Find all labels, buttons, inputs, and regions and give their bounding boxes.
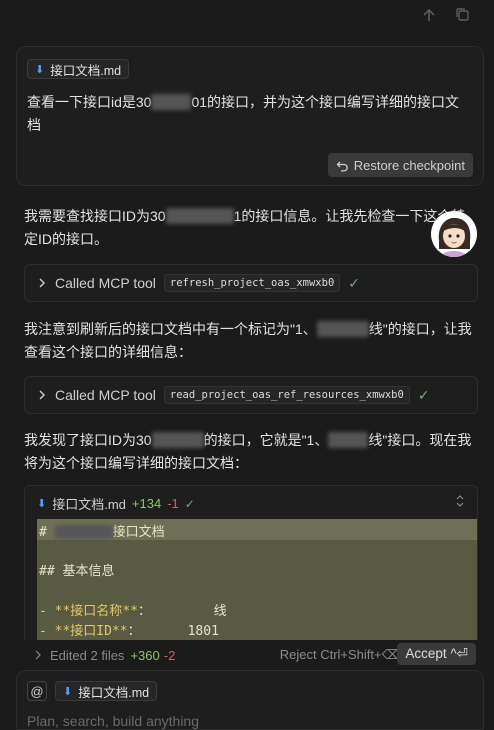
edits-status-bar: Edited 2 files +360 -2 Reject Ctrl+Shift… [20, 640, 484, 670]
assistant-message: 我发现了接口ID为30 的接口，它就是"1、 线"接口。现在我将为这个接口编写详细的… [24, 429, 476, 475]
restore-label: Restore checkpoint [353, 157, 465, 173]
check-icon: ✓ [417, 386, 430, 403]
user-message-text: 查看一下接口id是30 01的接口，并为这个接口编写详细的接口文档 [27, 91, 473, 137]
code-edit-card: ⬇ 接口文档.md +134 -1 ✓ # 接口文档 ## 基本信息 - **接… [24, 485, 478, 645]
redacted-blur [328, 432, 369, 448]
redacted-blur [165, 208, 234, 224]
message-text: 我需要查找接口ID为30 [24, 208, 166, 224]
code-line: - **接口ID**： 1801 [39, 624, 219, 639]
top-bar [0, 0, 494, 32]
total-removed: -2 [163, 647, 176, 663]
accept-label: Accept ^⏎ [405, 646, 468, 661]
redacted-blur [316, 321, 369, 337]
check-icon: ✓ [184, 496, 195, 511]
copy-icon[interactable] [454, 6, 472, 24]
download-icon: ⬇ [35, 63, 45, 76]
tool-name: read_project_oas_ref_resources_xmwxb0 [163, 386, 410, 404]
attachment-filename: 接口文档.md [78, 685, 150, 700]
code-filename: 接口文档.md [52, 497, 126, 512]
download-icon: ⬇ [37, 498, 47, 510]
reject-button[interactable]: Reject Ctrl+Shift+⌫ [280, 647, 400, 663]
attachment-filename: 接口文档.md [50, 63, 122, 78]
avatar[interactable] [431, 211, 477, 257]
edited-files-label[interactable]: Edited 2 files [50, 648, 124, 663]
attachment-chip[interactable]: ⬇ 接口文档.md [27, 59, 130, 79]
code-line: # 接口文档 [39, 525, 165, 540]
assistant-message: 我需要查找接口ID为30 1的接口信息。让我先检查一下这个特定ID的接口。 [24, 205, 476, 251]
tool-call-read[interactable]: Called MCP tool read_project_oas_ref_res… [24, 376, 478, 414]
check-icon: ✓ [348, 274, 361, 291]
message-text: 我发现了接口ID为30 [24, 432, 152, 448]
assistant-message: 我注意到刷新后的接口文档中有一个标记为"1、 线"的接口，让我查看这个接口的详细信… [24, 318, 476, 364]
accept-button[interactable]: Accept ^⏎ [397, 643, 476, 665]
user-message-card: ⬇ 接口文档.md 查看一下接口id是30 01的接口，并为这个接口编写详细的接口… [16, 46, 484, 186]
chevron-right-icon [37, 277, 47, 289]
chevron-right-icon [37, 389, 47, 401]
code-line: - **接口名称**： 线 [39, 604, 227, 619]
tool-call-label: Called MCP tool [55, 275, 156, 291]
undo-icon [336, 159, 349, 172]
lines-added: +134 [131, 496, 162, 511]
chevron-right-icon[interactable] [34, 650, 42, 660]
user-text-part: 查看一下接口id是30 [27, 94, 152, 110]
code-edit-header[interactable]: ⬇ 接口文档.md +134 -1 ✓ [37, 494, 195, 513]
tool-call-refresh[interactable]: Called MCP tool refresh_project_oas_xmwx… [24, 264, 478, 302]
code-line: ## 基本信息 [39, 564, 115, 579]
tool-name: refresh_project_oas_xmwxb0 [163, 274, 341, 292]
composer-input[interactable]: Plan, search, build anything [27, 713, 199, 729]
message-text: 我注意到刷新后的接口文档中有一个标记为"1、 [24, 321, 317, 337]
redacted-blur [151, 432, 204, 448]
expand-collapse-icon[interactable] [455, 494, 465, 508]
message-text: 的接口，它就是"1、 [203, 432, 329, 448]
composer: @ ⬇ 接口文档.md Plan, search, build anything [16, 670, 484, 730]
redacted-blur [54, 525, 113, 539]
restore-checkpoint-button[interactable]: Restore checkpoint [327, 153, 473, 177]
mention-button[interactable]: @ [27, 681, 47, 701]
composer-attachment-chip[interactable]: ⬇ 接口文档.md [55, 681, 158, 701]
code-diff-area: # 接口文档 ## 基本信息 - **接口名称**： 线 - **接口ID**：… [37, 519, 477, 644]
redacted-blur [151, 94, 192, 110]
lines-removed: -1 [167, 496, 179, 511]
total-added: +360 [130, 647, 160, 663]
download-icon: ⬇ [63, 685, 73, 698]
arrow-up-icon[interactable] [420, 6, 438, 24]
tool-call-label: Called MCP tool [55, 387, 156, 403]
